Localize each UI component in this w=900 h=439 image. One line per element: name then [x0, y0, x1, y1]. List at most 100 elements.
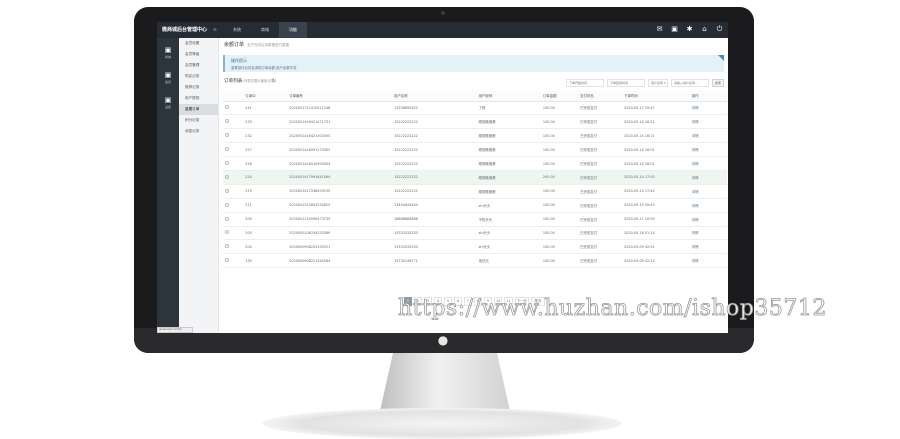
cell-op[interactable]: 详情 — [689, 128, 727, 144]
row-checkbox[interactable] — [225, 216, 229, 221]
row-checkbox[interactable] — [225, 147, 229, 152]
column-header: 用户名称 — [392, 91, 477, 102]
cell-nick: shi头头 — [476, 239, 541, 255]
cell-id: 227 — [243, 142, 288, 158]
cell-status: 已完成支付 — [578, 114, 623, 130]
table-row[interactable]: 233 2020051416421471731 15222222222 顺德微微蛋 10… — [223, 114, 727, 130]
column-header: 订单编号 — [287, 91, 393, 102]
cell-op[interactable]: 详情 — [689, 184, 727, 199]
row-checkbox[interactable] — [225, 188, 229, 193]
sidebar-item[interactable]: 会员设置 — [179, 38, 218, 49]
row-checkbox[interactable] — [225, 230, 229, 235]
cell-user: 15222222222 — [392, 156, 477, 171]
cell-op[interactable]: 详情 — [689, 239, 727, 255]
refresh-icon[interactable]: ↻ — [272, 78, 276, 84]
column-header: 支付状态 — [578, 91, 623, 102]
row-checkbox[interactable] — [225, 161, 229, 165]
table-row[interactable]: 135 2020050908221344584 15735148771 测试元 100.… — [223, 253, 727, 269]
table-row[interactable]: 227 2020051416091173302 15222222222 顺德微微蛋 10… — [223, 142, 727, 158]
cell-time: 2020-05-15 09:43 — [622, 198, 690, 213]
cell-nick: shi头头 — [476, 226, 541, 241]
row-checkbox[interactable] — [225, 119, 229, 124]
cell-time: 2020-05-09 02:12 — [622, 253, 690, 269]
power-icon[interactable]: ⏻ — [715, 25, 724, 34]
keyword-input[interactable] — [671, 79, 709, 87]
sidebar-item[interactable]: 会员管理 — [179, 60, 218, 71]
cell-status: 已完成支付 — [578, 156, 623, 171]
row-checkbox[interactable] — [225, 244, 229, 249]
rail-item[interactable]: ▣ 商城 — [159, 46, 177, 62]
table-row[interactable]: 205 2020050106254225389 13333333333 shi头头 10… — [223, 226, 727, 241]
cell-op[interactable]: 详情 — [689, 253, 727, 269]
rail-item[interactable]: ▣ 会员 — [159, 71, 177, 87]
main-content: 余额订单 支付完成后将数据进行重置 操作提示 重置操作后将会清除订单余额,用户余额… — [220, 38, 728, 333]
cell-no: 2020051712470011248 — [287, 101, 393, 116]
rail-item-label: 设置 — [164, 105, 171, 109]
table-row[interactable]: 204 2020050908252335521 13333333333 shi头头 10… — [223, 239, 727, 255]
sidebar-item[interactable]: 重置订单 — [179, 104, 218, 115]
cell-op[interactable]: 详情 — [689, 170, 727, 185]
row-select-cell — [223, 184, 244, 199]
row-checkbox[interactable] — [225, 202, 229, 207]
table-row[interactable]: 241 2020051712470011248 13336890322 丁程 100.0… — [223, 101, 727, 116]
column-header: 用户昵称 — [476, 91, 541, 102]
table-row[interactable]: 226 2020051416010900004 15222222222 顺德微微蛋 10… — [223, 156, 727, 171]
end-time-input[interactable] — [607, 79, 645, 87]
sidebar-item[interactable]: 会员等级 — [179, 49, 218, 60]
cell-no: 2020051416091173302 — [287, 142, 393, 158]
row-checkbox[interactable] — [225, 258, 229, 263]
cell-status: 已完成支付 — [578, 253, 623, 269]
row-checkbox[interactable] — [225, 105, 229, 110]
table-header-row: 订单ID 订单编号 用户名称 用户昵称 订单金额 支付状态 下单时间 操作 — [223, 91, 727, 102]
search-button[interactable]: 搜索 — [712, 79, 724, 87]
top-nav-item[interactable]: 系统 — [223, 22, 251, 38]
row-select-cell — [223, 128, 244, 144]
cell-time: 2020-05-16 01:14 — [622, 226, 690, 241]
cell-amount: 100.00 — [540, 198, 579, 213]
filter-bar: 用户名称 ▾ 搜索 — [566, 79, 724, 87]
sidebar-item[interactable]: 购买记录 — [179, 71, 218, 82]
cell-op[interactable]: 详情 — [689, 198, 727, 213]
row-select-cell — [223, 198, 244, 213]
status-bar: javascript:void(0) — [157, 327, 193, 333]
top-bar: 微商城后台管理中心 ☰ 系统 商城 功能 ✉ ▣ ✱ ⌂ ⏻ — [157, 22, 728, 38]
cell-id: 205 — [243, 226, 288, 241]
top-nav-item[interactable]: 功能 — [279, 22, 307, 38]
table-row[interactable]: 224 2020051417991641564 15222222222 顺德微微蛋 20… — [223, 170, 727, 185]
cell-user: 15222222222 — [392, 128, 477, 144]
cell-time: 2020-05-14 16:01 — [622, 142, 690, 158]
settings-icon[interactable]: ✱ — [685, 25, 694, 34]
table-row[interactable]: 232 2020051416421302005 15222222222 顺德微微蛋 10… — [223, 128, 727, 144]
menu-toggle-icon[interactable]: ☰ — [213, 27, 217, 32]
cell-op[interactable]: 详情 — [689, 114, 727, 130]
cell-id: 226 — [243, 156, 288, 171]
cell-time: 2020-05-14 16:21 — [622, 128, 690, 144]
top-nav-item[interactable]: 商城 — [251, 22, 279, 38]
table-row[interactable]: 219 2020051417248493155 15222222222 顺德微微蛋 10… — [223, 184, 727, 199]
row-checkbox[interactable] — [225, 174, 229, 179]
sidebar-item[interactable]: 用户提现 — [179, 93, 218, 104]
cell-op[interactable]: 详情 — [689, 156, 727, 171]
cell-op[interactable]: 详情 — [689, 142, 727, 158]
row-checkbox[interactable] — [225, 133, 229, 138]
cell-op[interactable]: 详情 — [689, 226, 727, 241]
table-row[interactable]: 211 2020051510852532625 13444444444 shi头头 10… — [223, 198, 727, 213]
sidebar-item[interactable]: 消息记录 — [179, 126, 218, 137]
table-row[interactable]: 209 2020051120090473735 18888888888 不知头头 100… — [223, 212, 727, 227]
message-icon[interactable]: ✉ — [655, 25, 664, 34]
field-select[interactable]: 用户名称 ▾ — [648, 79, 668, 87]
profile-icon[interactable]: ▣ — [670, 25, 679, 34]
home-icon[interactable]: ⌂ — [700, 25, 709, 34]
sidebar-item[interactable]: 积分记录 — [179, 115, 218, 126]
orders-table: 订单ID 订单编号 用户名称 用户昵称 订单金额 支付状态 下单时间 操作 241 202005… — [223, 91, 727, 269]
rail-item[interactable]: ▣ 设置 — [159, 96, 177, 112]
sidebar-item[interactable]: 推荐记录 — [179, 82, 218, 93]
start-time-input[interactable] — [566, 79, 604, 87]
tip-panel: 操作提示 重置操作后将会清除订单余额,用户余额不变 — [223, 55, 724, 72]
cell-amount: 100.00 — [540, 184, 579, 199]
cell-user: 15222222222 — [392, 142, 477, 158]
page-title: 余额订单 支付完成后将数据进行重置 — [224, 41, 289, 48]
cell-amount: 100.00 — [540, 253, 579, 269]
cell-op[interactable]: 详情 — [689, 101, 727, 116]
cell-op[interactable]: 详情 — [689, 212, 727, 227]
